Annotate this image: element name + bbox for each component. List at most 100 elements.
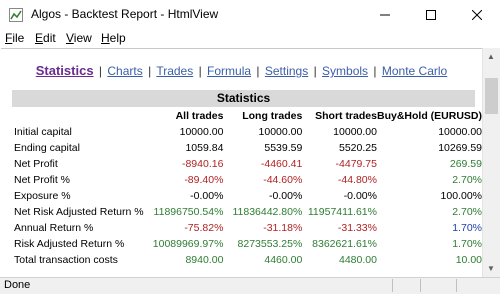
table-row: Annual Return % -75.82% -31.18% -31.33% 1.70… bbox=[12, 220, 482, 236]
table-cell: 2.70% bbox=[452, 206, 482, 218]
table-row: Risk Adjusted Return % 10089969.97% 827355… bbox=[12, 236, 482, 252]
scroll-up-icon[interactable]: ▲ bbox=[487, 52, 495, 61]
row-label: Total transaction costs bbox=[14, 254, 118, 266]
minimize-button[interactable] bbox=[362, 0, 408, 30]
column-header bbox=[12, 108, 153, 124]
status-pane bbox=[456, 279, 457, 292]
table-cell: -44.60% bbox=[263, 174, 303, 186]
table-cell: 1.70% bbox=[452, 238, 482, 250]
row-label: Net Profit bbox=[14, 158, 58, 170]
column-header: Buy&Hold (EURUSD) bbox=[377, 110, 482, 122]
table-cell: 1.70% bbox=[452, 222, 482, 234]
row-label: Net Profit % bbox=[14, 174, 71, 186]
table-cell: 10000.00 bbox=[258, 126, 303, 138]
row-label: Initial capital bbox=[14, 126, 72, 138]
row-label: Ending capital bbox=[14, 142, 80, 154]
menu-label: dit bbox=[43, 31, 56, 45]
table-cell: 11896750.54% bbox=[153, 206, 224, 218]
table-cell: 10000.00 bbox=[333, 126, 377, 138]
table-cell: 10000.00 bbox=[438, 126, 482, 138]
row-label: Risk Adjusted Return % bbox=[14, 238, 125, 250]
menu-label: ile bbox=[12, 31, 25, 45]
menu-label: elp bbox=[109, 31, 126, 45]
title-bar: Algos - Backtest Report - HtmlView bbox=[0, 0, 500, 30]
scrollbar-thumb[interactable] bbox=[485, 78, 498, 114]
menu-accel: E bbox=[35, 31, 44, 45]
nav-separator: | bbox=[198, 64, 202, 78]
table-cell: -75.82% bbox=[184, 222, 224, 234]
table-cell: 10089969.97% bbox=[152, 238, 224, 250]
nav-formula[interactable]: Formula bbox=[207, 64, 251, 78]
nav-separator: | bbox=[148, 64, 152, 78]
menu-accel: V bbox=[66, 31, 74, 45]
scroll-down-icon[interactable]: ▼ bbox=[487, 264, 495, 273]
column-header: Long trades bbox=[242, 110, 303, 122]
nav-monte-carlo[interactable]: Monte Carlo bbox=[382, 64, 447, 78]
app-icon bbox=[9, 8, 23, 22]
nav-separator: | bbox=[313, 64, 317, 78]
table-cell: 5539.59 bbox=[264, 142, 303, 154]
close-button[interactable] bbox=[454, 0, 500, 30]
nav-separator: | bbox=[256, 64, 260, 78]
nav-statistics[interactable]: Statistics bbox=[36, 63, 94, 78]
window-title: Algos - Backtest Report - HtmlView bbox=[31, 7, 219, 21]
table-row: Net Profit -8940.16 -4460.41 -4479.75 269.59 bbox=[12, 156, 482, 172]
vertical-scrollbar[interactable]: ▲ ▼ bbox=[482, 48, 500, 277]
maximize-icon bbox=[426, 10, 436, 20]
table-cell: 10.00 bbox=[455, 254, 482, 266]
menu-file[interactable]: File bbox=[5, 31, 24, 45]
nav-separator: | bbox=[373, 64, 377, 78]
nav-symbols[interactable]: Symbols bbox=[322, 64, 368, 78]
menu-edit[interactable]: Edit bbox=[35, 31, 56, 45]
table-cell: 4480.00 bbox=[339, 254, 377, 266]
row-label: Annual Return % bbox=[14, 222, 94, 234]
table-cell: -0.00% bbox=[190, 190, 224, 202]
table-cell: 8940.00 bbox=[185, 254, 224, 266]
row-label: Exposure % bbox=[14, 190, 71, 202]
table-cell: -8940.16 bbox=[181, 158, 224, 170]
nav-charts[interactable]: Charts bbox=[107, 64, 142, 78]
table-cell: -44.80% bbox=[337, 174, 377, 186]
table-cell: -4460.41 bbox=[260, 158, 303, 170]
minimize-icon bbox=[380, 14, 390, 16]
table-cell: -31.18% bbox=[263, 222, 303, 234]
maximize-button[interactable] bbox=[408, 0, 454, 30]
table-cell: -31.33% bbox=[337, 222, 377, 234]
menu-label: iew bbox=[73, 31, 92, 45]
table-cell: 10000.00 bbox=[179, 126, 224, 138]
table-cell: 100.00% bbox=[440, 190, 482, 202]
status-pane bbox=[420, 279, 421, 292]
column-header: Short trades bbox=[315, 110, 377, 122]
table-row: Total transaction costs 8940.00 4460.00 448… bbox=[12, 252, 482, 268]
table-row: Net Risk Adjusted Return % 11896750.54% 11… bbox=[12, 204, 482, 220]
table-cell: 4460.00 bbox=[264, 254, 303, 266]
row-label: Net Risk Adjusted Return % bbox=[14, 206, 144, 218]
menu-view[interactable]: View bbox=[66, 31, 92, 45]
table-cell: 11957411.61% bbox=[307, 206, 377, 218]
table-cell: 269.59 bbox=[449, 158, 482, 170]
table-cell: 1059.84 bbox=[185, 142, 224, 154]
nav-settings[interactable]: Settings bbox=[265, 64, 308, 78]
table-cell: -89.40% bbox=[184, 174, 224, 186]
menu-bar: File Edit View Help bbox=[0, 30, 500, 48]
table-cell: -0.00% bbox=[269, 190, 303, 202]
close-icon bbox=[472, 10, 482, 20]
statistics-header: Statistics bbox=[12, 90, 475, 107]
table-cell: 8362621.61% bbox=[312, 238, 377, 250]
table-cell: -0.00% bbox=[343, 190, 377, 202]
table-cell: 2.70% bbox=[452, 174, 482, 186]
nav-trades[interactable]: Trades bbox=[156, 64, 193, 78]
status-bar: Done bbox=[0, 277, 500, 294]
menu-accel: H bbox=[101, 31, 110, 45]
table-header-row: All trades Long trades Short trades Buy&… bbox=[12, 108, 482, 124]
table-row: Initial capital 10000.00 10000.00 10000.00 1… bbox=[12, 124, 482, 140]
statistics-table: All trades Long trades Short trades Buy&… bbox=[12, 108, 482, 268]
nav-links: Statistics | Charts | Trades | Formula |… bbox=[1, 63, 482, 78]
table-cell: 11836442.80% bbox=[232, 206, 303, 218]
menu-help[interactable]: Help bbox=[101, 31, 126, 45]
nav-separator: | bbox=[98, 64, 103, 78]
table-cell: 8273553.25% bbox=[237, 238, 303, 250]
table-row: Exposure % -0.00% -0.00% -0.00% 100.00% bbox=[12, 188, 482, 204]
table-cell: 10269.59 bbox=[438, 142, 482, 154]
table-row: Net Profit % -89.40% -44.60% -44.80% 2.70% bbox=[12, 172, 482, 188]
